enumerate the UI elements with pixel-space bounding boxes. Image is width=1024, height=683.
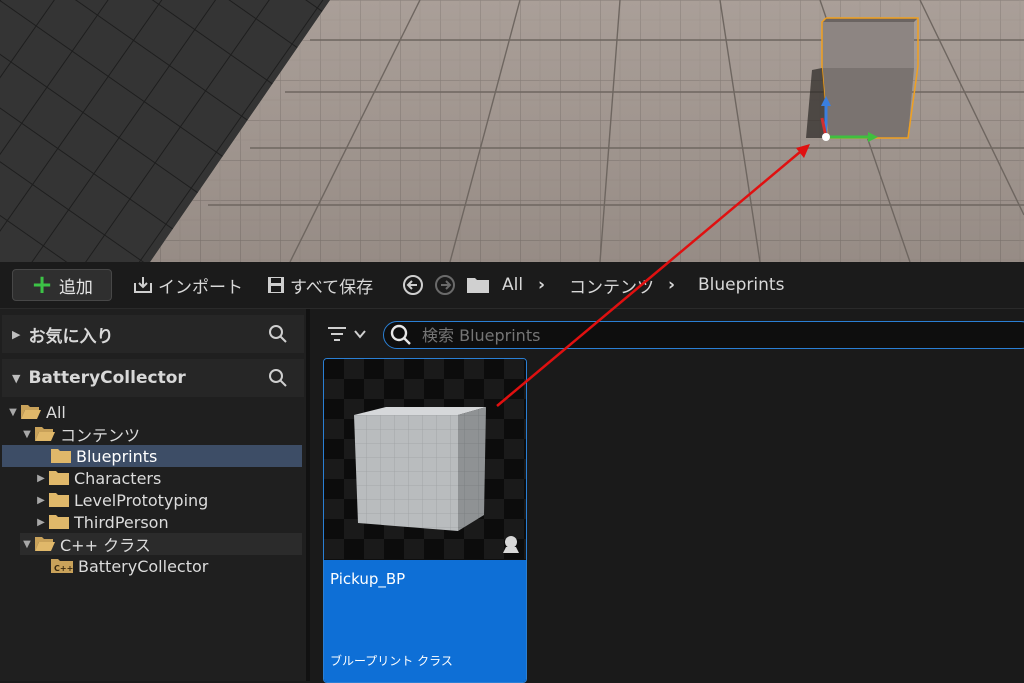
search-icon[interactable] <box>268 324 288 344</box>
filter-button[interactable] <box>326 322 366 346</box>
expand-down-icon: ▼ <box>23 538 31 550</box>
folder-open-icon <box>21 405 41 419</box>
favorites-header[interactable]: ▶ お気に入り <box>2 315 304 353</box>
asset-info-area: Pickup_BP ブループリント クラス <box>324 560 526 682</box>
import-label: インポート <box>158 277 243 298</box>
folder-icon <box>49 515 69 529</box>
folder-icon <box>49 471 69 485</box>
cube-thumbnail-icon <box>354 407 486 531</box>
expand-right-icon: ▶ <box>37 472 45 484</box>
forward-arrow-icon <box>435 275 455 295</box>
tree-item-blueprints[interactable]: Blueprints <box>2 445 302 467</box>
tree-item-level-prototyping[interactable]: ▶ LevelPrototyping <box>34 489 302 511</box>
folder-open-icon <box>35 427 55 441</box>
tree-item-all[interactable]: ▼ All <box>6 401 302 423</box>
sources-panel: ▶ お気に入り ▼ BatteryCollector ▼ All ▼ コンテンツ… <box>0 309 306 681</box>
save-all-label: すべて保存 <box>290 277 374 298</box>
tree-item-cpp-battery-collector[interactable]: C++ BatteryCollector <box>50 555 302 577</box>
tree-item-cpp-classes[interactable]: ▼ C++ クラス <box>20 533 302 555</box>
breadcrumb-chevron-icon[interactable]: › <box>538 262 545 308</box>
level-viewport[interactable] <box>0 0 1024 262</box>
content-browser-toolbar: + 追加 インポート すべて保存 All › コンテンツ › Blueprint… <box>0 262 1024 309</box>
expand-right-icon: ▶ <box>12 327 21 341</box>
tree-item-content[interactable]: ▼ コンテンツ <box>20 423 302 445</box>
breadcrumb-all[interactable]: All <box>502 262 523 308</box>
chevron-down-icon <box>354 330 366 339</box>
save-icon <box>268 277 284 293</box>
expand-down-icon: ▼ <box>23 428 31 440</box>
project-header[interactable]: ▼ BatteryCollector <box>2 359 304 397</box>
blueprint-class-icon <box>503 536 519 553</box>
expand-right-icon: ▶ <box>37 516 45 528</box>
filter-icon <box>328 327 346 341</box>
tree-item-third-person[interactable]: ▶ ThirdPerson <box>34 511 302 533</box>
tree-item-characters[interactable]: ▶ Characters <box>34 467 302 489</box>
add-button[interactable]: + 追加 <box>12 269 112 301</box>
breadcrumb-content[interactable]: コンテンツ <box>569 262 654 308</box>
add-button-label: 追加 <box>58 277 93 298</box>
viewport-scene <box>0 0 1024 262</box>
folder-icon <box>51 449 71 463</box>
breadcrumb-chevron-icon[interactable]: › <box>668 262 675 308</box>
breadcrumb-blueprints[interactable]: Blueprints <box>698 262 784 308</box>
asset-tile-pickup-bp[interactable]: Pickup_BP ブループリント クラス <box>323 358 527 683</box>
svg-text:C++: C++ <box>54 564 73 573</box>
import-button[interactable]: インポート <box>132 262 243 308</box>
back-arrow-icon <box>403 275 423 295</box>
asset-search-box[interactable] <box>383 321 1024 349</box>
search-input[interactable] <box>420 324 984 346</box>
asset-type: ブループリント クラス <box>330 654 453 668</box>
expand-down-icon: ▼ <box>9 406 17 418</box>
search-icon <box>390 324 411 345</box>
folder-open-icon <box>35 537 55 551</box>
asset-name: Pickup_BP <box>330 570 406 588</box>
folder-icon <box>466 262 490 308</box>
asset-thumbnail <box>324 359 526 559</box>
history-forward-button[interactable] <box>434 262 456 308</box>
history-back-button[interactable] <box>402 262 424 308</box>
cpp-folder-icon: C++ <box>51 559 73 573</box>
folder-icon <box>49 493 69 507</box>
expand-right-icon: ▶ <box>37 494 45 506</box>
plus-icon: + <box>31 270 53 300</box>
expand-down-icon: ▼ <box>12 371 21 385</box>
save-all-button[interactable]: すべて保存 <box>266 262 373 308</box>
search-icon[interactable] <box>268 368 288 388</box>
import-icon <box>134 277 152 293</box>
